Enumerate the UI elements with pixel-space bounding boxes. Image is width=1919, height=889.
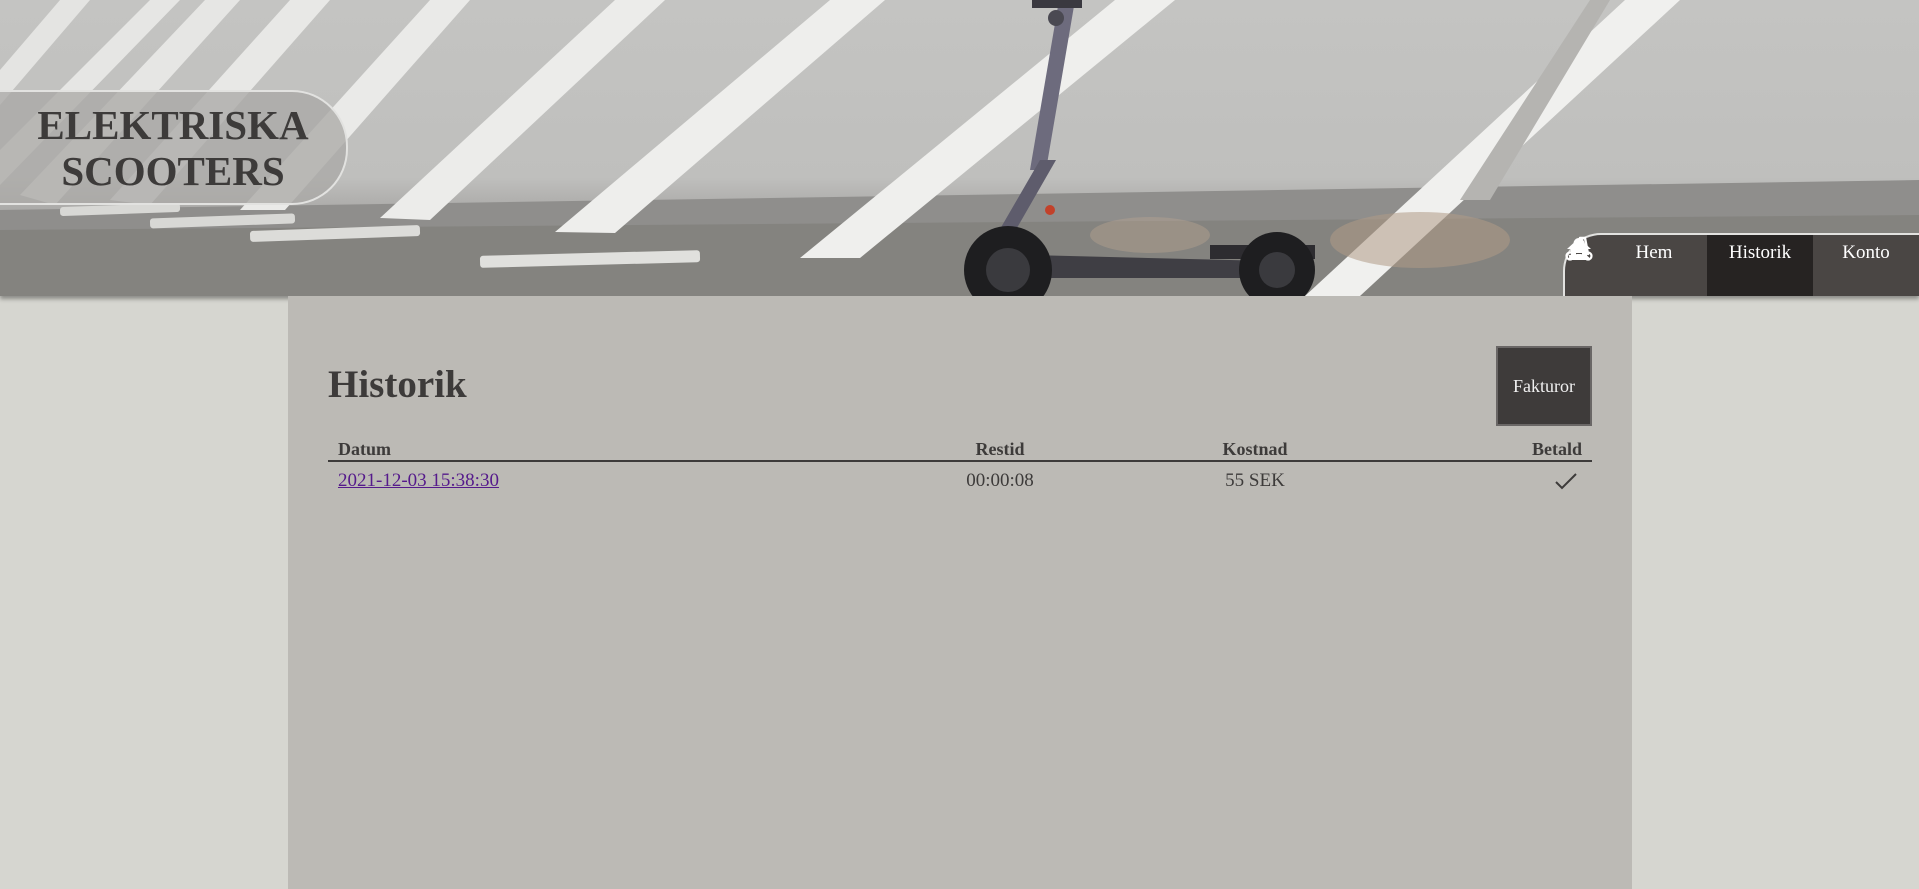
- nav-item-konto[interactable]: Konto: [1568, 235, 1919, 296]
- nav-item-hem[interactable]: Hem: [1567, 235, 1707, 296]
- site-logo[interactable]: ELEKTRISKA SCOOTERS: [0, 90, 348, 205]
- cell-betald: [1403, 461, 1592, 500]
- table-row: 2021-12-03 15:38:30 00:00:08 55 SEK: [328, 461, 1592, 500]
- column-header-datum[interactable]: Datum: [328, 438, 893, 462]
- nav-label-historik: Historik: [1728, 242, 1792, 263]
- table-header-row: Datum Restid Kostnad Betald: [328, 438, 1592, 462]
- main-nav: Hem Historik Konto: [1563, 233, 1919, 296]
- logo-text: ELEKTRISKA SCOOTERS: [37, 101, 309, 194]
- history-table: Datum Restid Kostnad Betald 2021-12-03 1…: [328, 438, 1592, 500]
- column-header-kostnad[interactable]: Kostnad: [1107, 438, 1403, 462]
- nav-label-konto: Konto: [1842, 242, 1890, 263]
- column-header-betald[interactable]: Betald: [1403, 438, 1592, 462]
- cell-restid: 00:00:08: [966, 470, 1034, 491]
- trip-date-link[interactable]: 2021-12-03 15:38:30: [338, 470, 499, 491]
- nav-item-historik[interactable]: Historik: [1565, 235, 1813, 296]
- cell-kostnad: 55 SEK: [1225, 470, 1285, 491]
- column-header-restid[interactable]: Restid: [893, 438, 1107, 462]
- invoices-button[interactable]: Fakturor: [1496, 346, 1592, 426]
- page-title: Historik: [328, 363, 467, 406]
- main-content: Historik Fakturor Datum Restid Kostnad B…: [288, 296, 1632, 889]
- person-icon: [1568, 238, 1590, 260]
- nav-label-hem: Hem: [1635, 242, 1673, 263]
- check-icon: [1555, 472, 1577, 490]
- header-banner: ELEKTRISKA SCOOTERS Hem Historik Konto: [0, 0, 1919, 296]
- cell-datum: 2021-12-03 15:38:30: [328, 461, 893, 500]
